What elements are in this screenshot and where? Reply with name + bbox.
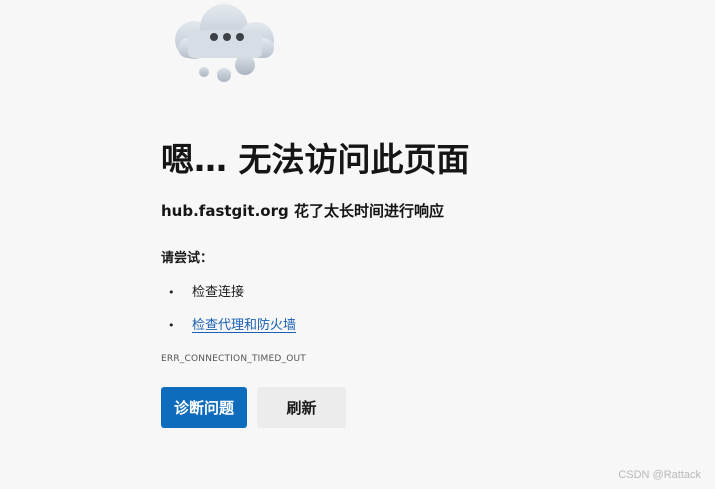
- page-title: 嗯… 无法访问此页面: [161, 140, 470, 179]
- cloud-shape: [175, 4, 274, 59]
- refresh-button[interactable]: 刷新: [257, 387, 346, 428]
- suggestion-list: • 检查连接 • 检查代理和防火墙: [168, 281, 296, 347]
- suggestion-check-connection: • 检查连接: [168, 281, 296, 314]
- error-code: ERR_CONNECTION_TIMED_OUT: [161, 354, 306, 364]
- check-proxy-firewall-link[interactable]: 检查代理和防火墙: [192, 318, 296, 333]
- droplets: [199, 55, 255, 82]
- ellipsis-dots: [210, 33, 244, 41]
- cloud-with-ellipsis-icon: [175, 4, 274, 82]
- diagnose-button[interactable]: 诊断问题: [161, 387, 247, 428]
- error-message: hub.fastgit.org 花了太长时间进行响应: [161, 202, 444, 220]
- bullet-icon: •: [168, 319, 175, 332]
- suggestion-label: 检查连接: [192, 285, 245, 300]
- try-label: 请尝试：: [161, 251, 214, 266]
- suggestion-check-proxy-firewall: • 检查代理和防火墙: [168, 314, 296, 347]
- watermark: CSDN @Rattack: [618, 469, 701, 481]
- bullet-icon: •: [168, 286, 175, 299]
